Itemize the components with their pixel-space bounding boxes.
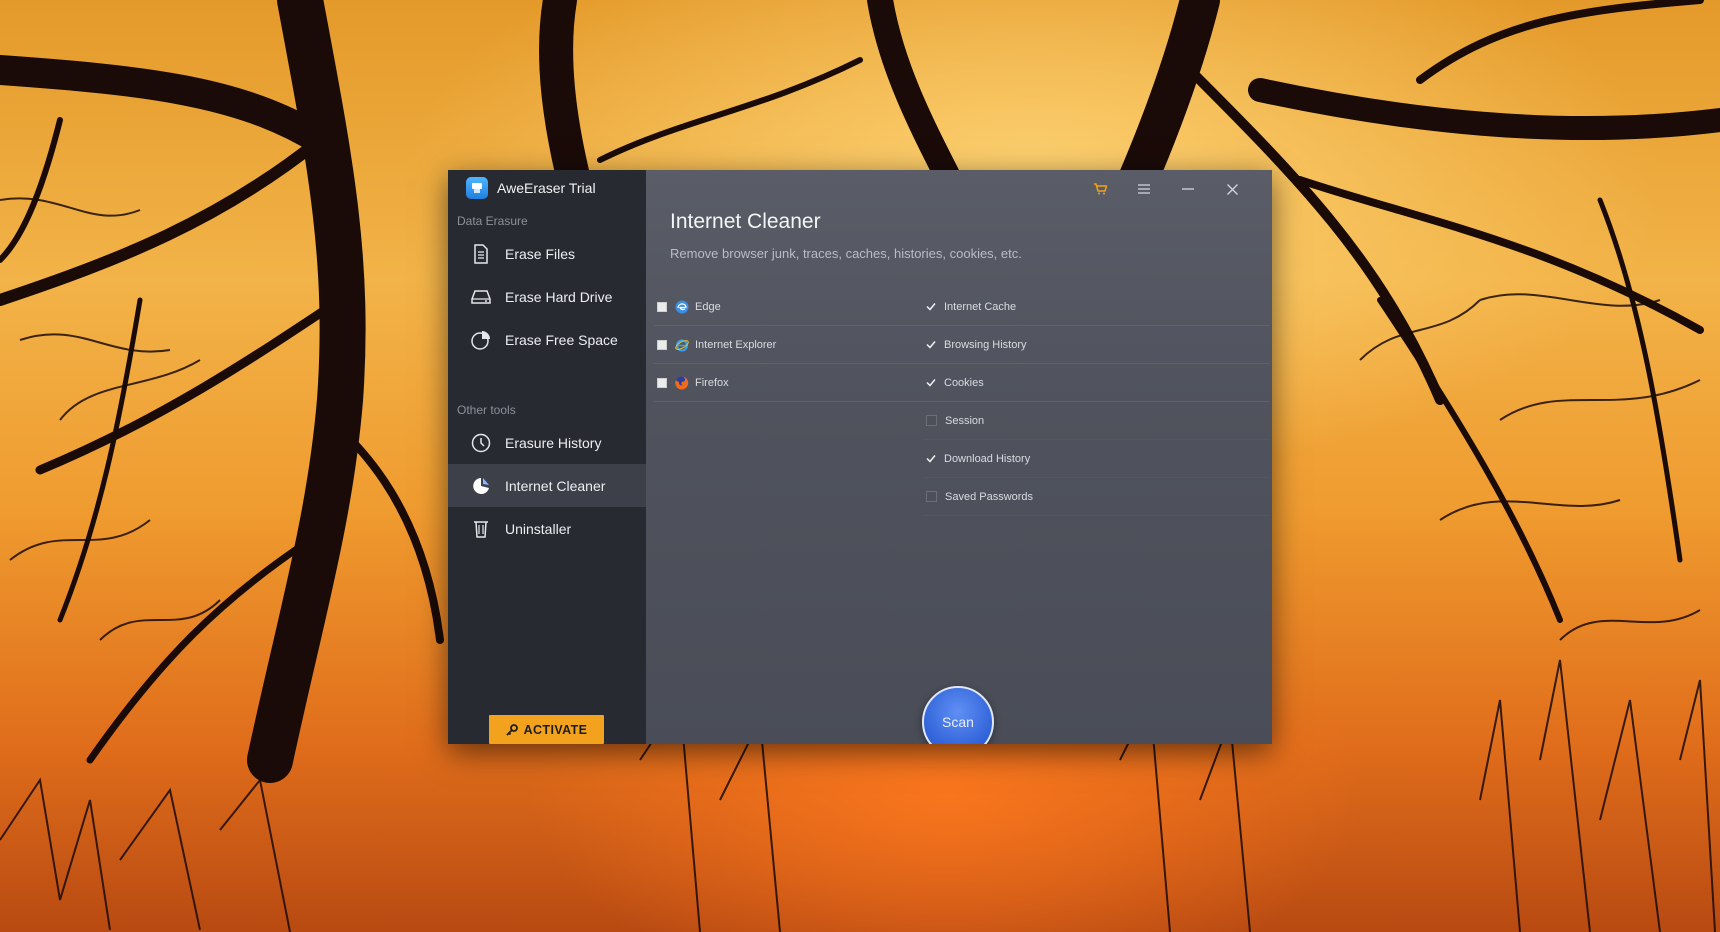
sidebar-item-label: Uninstaller bbox=[505, 520, 572, 537]
option-label: Internet Cache bbox=[944, 300, 1017, 313]
close-icon[interactable] bbox=[1210, 178, 1254, 200]
browser-row-internet-explorer[interactable]: Internet Explorer bbox=[654, 326, 924, 364]
edge-icon bbox=[675, 300, 689, 314]
option-label: Download History bbox=[944, 452, 1031, 465]
section-label-data-erasure: Data Erasure bbox=[457, 214, 528, 228]
option-row-internet-cache[interactable]: Internet Cache bbox=[923, 288, 1270, 326]
option-row-download-history[interactable]: Download History bbox=[923, 440, 1270, 478]
option-label: Browsing History bbox=[944, 338, 1027, 351]
sidebar-item-label: Erasure History bbox=[505, 434, 602, 451]
sidebar-item-label: Erase Free Space bbox=[505, 331, 618, 348]
browser-checkbox[interactable] bbox=[657, 377, 667, 388]
empty-checkbox[interactable] bbox=[926, 491, 937, 502]
browser-row-firefox[interactable]: Firefox bbox=[654, 364, 924, 402]
option-row-cookies[interactable]: Cookies bbox=[923, 364, 1270, 402]
broom-icon bbox=[470, 475, 492, 497]
checkmark-icon[interactable] bbox=[926, 302, 936, 312]
page-title: Internet Cleaner bbox=[670, 210, 821, 233]
browser-row-edge[interactable]: Edge bbox=[654, 288, 924, 326]
pie-chart-icon bbox=[470, 329, 492, 351]
hard-drive-icon bbox=[470, 286, 492, 308]
scan-button[interactable]: Scan bbox=[922, 686, 994, 744]
ie-icon bbox=[675, 338, 689, 352]
browser-label: Internet Explorer bbox=[695, 338, 777, 351]
sidebar-item-label: Internet Cleaner bbox=[505, 477, 606, 494]
section-label-other-tools: Other tools bbox=[457, 403, 516, 417]
app-logo-icon bbox=[466, 177, 488, 199]
cart-icon[interactable] bbox=[1078, 178, 1122, 200]
window-controls bbox=[1078, 178, 1254, 200]
app-title-bar: AweEraser Trial bbox=[448, 170, 646, 206]
key-icon bbox=[505, 723, 518, 736]
checkmark-icon[interactable] bbox=[926, 340, 936, 350]
browser-checkbox[interactable] bbox=[657, 301, 667, 312]
option-row-saved-passwords[interactable]: Saved Passwords bbox=[923, 478, 1270, 516]
browser-label: Edge bbox=[695, 300, 721, 313]
browser-checkbox[interactable] bbox=[657, 339, 667, 350]
browser-label: Firefox bbox=[695, 376, 729, 389]
scan-label: Scan bbox=[942, 714, 974, 730]
empty-checkbox[interactable] bbox=[926, 415, 937, 426]
sidebar-item-label: Erase Files bbox=[505, 245, 576, 262]
app-title: AweEraser Trial bbox=[497, 180, 596, 196]
page-subtitle: Remove browser junk, traces, caches, his… bbox=[670, 246, 1022, 261]
firefox-icon bbox=[675, 376, 689, 390]
sidebar-item-internet-cleaner[interactable]: Internet Cleaner bbox=[448, 464, 646, 507]
clock-icon bbox=[470, 432, 492, 454]
activate-label: ACTIVATE bbox=[523, 722, 588, 737]
menu-icon[interactable] bbox=[1122, 178, 1166, 200]
app-window: AweEraser Trial Data Erasure Erase Files… bbox=[448, 170, 1272, 744]
checkmark-icon[interactable] bbox=[926, 378, 936, 388]
checkmark-icon[interactable] bbox=[926, 454, 936, 464]
trash-icon bbox=[470, 518, 492, 540]
sidebar-item-erase-hard-drive[interactable]: Erase Hard Drive bbox=[448, 275, 646, 318]
option-row-session[interactable]: Session bbox=[923, 402, 1270, 440]
sidebar-item-erase-files[interactable]: Erase Files bbox=[448, 232, 646, 275]
cleaning-options-list: Internet Cache Browsing History Cookies … bbox=[923, 288, 1270, 516]
main-panel: Internet Cleaner Remove browser junk, tr… bbox=[646, 170, 1272, 744]
sidebar-item-label: Erase Hard Drive bbox=[505, 288, 613, 305]
option-row-browsing-history[interactable]: Browsing History bbox=[923, 326, 1270, 364]
option-label: Session bbox=[945, 414, 985, 427]
option-label: Cookies bbox=[944, 376, 984, 389]
sidebar: AweEraser Trial Data Erasure Erase Files… bbox=[448, 170, 646, 744]
document-icon bbox=[470, 243, 492, 265]
option-label: Saved Passwords bbox=[945, 490, 1034, 503]
browser-list: Edge Internet Explorer Firefox bbox=[654, 288, 924, 402]
sidebar-item-erasure-history[interactable]: Erasure History bbox=[448, 421, 646, 464]
sidebar-item-uninstaller[interactable]: Uninstaller bbox=[448, 507, 646, 550]
minimize-icon[interactable] bbox=[1166, 178, 1210, 200]
sidebar-item-erase-free-space[interactable]: Erase Free Space bbox=[448, 318, 646, 361]
activate-button[interactable]: ACTIVATE bbox=[489, 715, 604, 744]
